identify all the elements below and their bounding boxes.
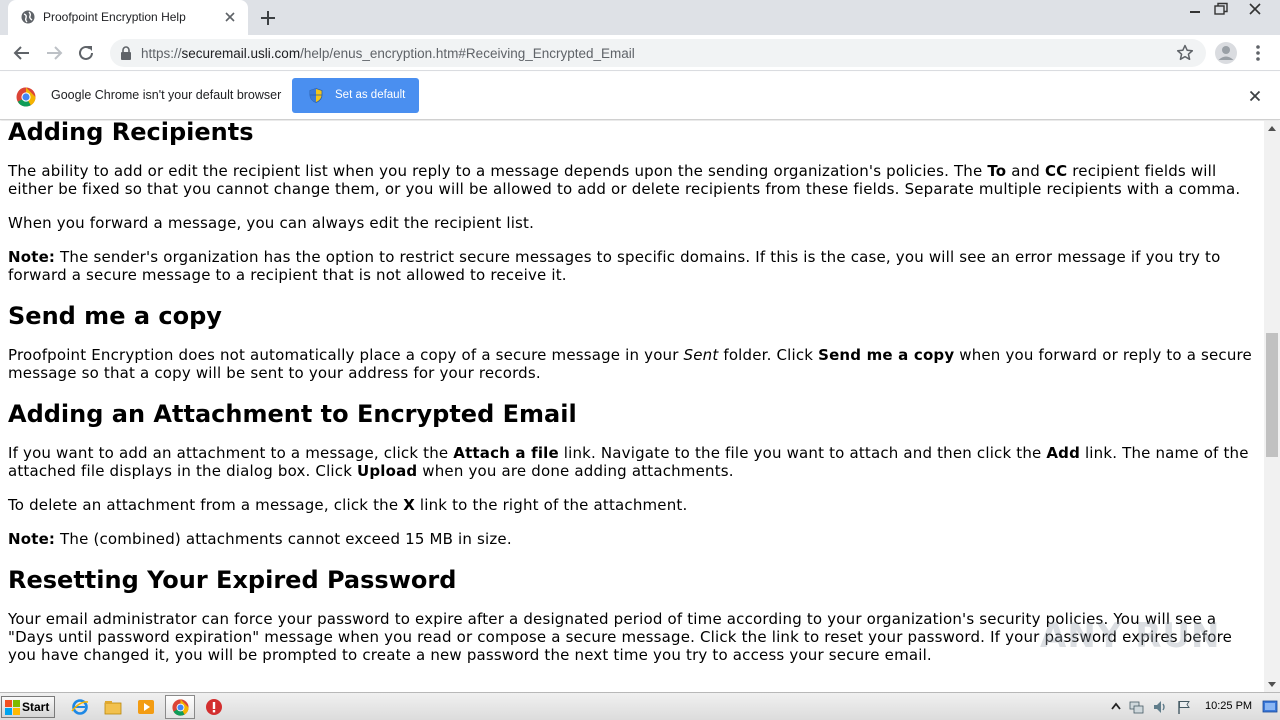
file-explorer-icon[interactable] [104, 698, 122, 716]
text-run: Proofpoint Encryption does not automatic… [8, 346, 684, 364]
vertical-scrollbar[interactable] [1264, 121, 1280, 692]
bold-send-me-a-copy: Send me a copy [818, 346, 955, 364]
minimize-button[interactable] [1184, 0, 1206, 20]
url-scheme: https:// [141, 46, 182, 61]
volume-icon[interactable] [1152, 699, 1168, 715]
close-infobar-icon[interactable] [1248, 89, 1262, 103]
media-player-icon[interactable] [137, 698, 155, 716]
paragraph-delete-attachment: To delete an attachment from a message, … [8, 496, 1258, 514]
windows-taskbar: Start 10:25 PM [0, 692, 1280, 720]
italic-sent: Sent [683, 346, 719, 364]
infobar-message: Google Chrome isn't your default browser [51, 88, 282, 102]
taskbar-clock[interactable]: 10:25 PM [1205, 700, 1252, 712]
lock-icon [121, 46, 131, 60]
note-label: Note: [8, 530, 56, 548]
reload-icon[interactable] [74, 41, 98, 65]
scroll-down-arrow-icon[interactable] [1268, 682, 1276, 688]
url-path: /help/enus_encryption.htm#Receiving_Encr… [300, 46, 635, 61]
show-desktop-icon[interactable] [1262, 697, 1278, 717]
watermark-text: ANY RUN [1040, 616, 1221, 656]
url-text: https://securemail.usli.com/help/enus_en… [141, 46, 635, 61]
globe-icon [21, 10, 35, 24]
paragraph-attachment-note: Note: The (combined) attachments cannot … [8, 530, 1258, 548]
paragraph-add-attachment: If you want to add an attachment to a me… [8, 444, 1258, 480]
bold-add: Add [1046, 444, 1081, 462]
uac-shield-icon [309, 88, 323, 103]
chrome-taskbar-icon [172, 699, 189, 716]
forward-arrow-icon[interactable] [42, 41, 66, 65]
text-run: and [1006, 162, 1045, 180]
set-as-default-button[interactable]: Set as default [292, 78, 419, 113]
close-tab-icon[interactable] [223, 10, 237, 24]
bold-cc: CC [1044, 162, 1068, 180]
text-run: To delete an attachment from a message, … [8, 496, 404, 514]
text-run: link. Navigate to the file you want to a… [558, 444, 1047, 462]
section-heading-resetting-password: Resetting Your Expired Password [8, 566, 457, 594]
profile-avatar-icon[interactable] [1214, 41, 1238, 65]
chrome-logo-icon [16, 87, 36, 107]
action-center-flag-icon[interactable] [1176, 699, 1192, 715]
windows-logo-icon [5, 700, 20, 715]
text-run: link to the right of the attachment. [414, 496, 688, 514]
tab-title: Proofpoint Encryption Help [43, 10, 186, 24]
text-run: folder. Click [718, 346, 819, 364]
bold-to: To [987, 162, 1007, 180]
text-run: when you are done adding attachments. [417, 462, 734, 480]
chrome-taskbar-button[interactable] [165, 695, 195, 719]
scrollbar-thumb[interactable] [1266, 333, 1278, 457]
tray-expand-arrow-icon[interactable] [1108, 699, 1124, 715]
network-icon[interactable] [1128, 699, 1144, 715]
section-heading-send-me-a-copy: Send me a copy [8, 302, 222, 330]
paragraph-forward-edit: When you forward a message, you can alwa… [8, 214, 535, 232]
text-run: The sender's organization has the option… [8, 248, 1221, 284]
start-button[interactable]: Start [1, 696, 55, 718]
section-heading-adding-recipients: Adding Recipients [8, 121, 254, 146]
bookmark-star-icon[interactable] [1176, 44, 1194, 62]
stop-sign-icon[interactable] [205, 698, 223, 716]
text-run: If you want to add an attachment to a me… [8, 444, 454, 462]
bold-upload: Upload [357, 462, 418, 480]
page-viewport: Adding Recipients The ability to add or … [0, 121, 1264, 692]
browser-tab[interactable]: Proofpoint Encryption Help [8, 0, 248, 35]
internet-explorer-icon[interactable] [71, 698, 89, 716]
close-window-button[interactable] [1244, 0, 1266, 20]
set-as-default-label: Set as default [335, 89, 406, 101]
paragraph-send-copy: Proofpoint Encryption does not automatic… [8, 346, 1258, 382]
text-run: The ability to add or edit the recipient… [8, 162, 988, 180]
bold-attach-a-file: Attach a file [453, 444, 559, 462]
url-host: securemail.usli.com [181, 46, 301, 61]
kebab-menu-icon[interactable] [1252, 43, 1264, 63]
paragraph-recipients-policy: The ability to add or edit the recipient… [8, 162, 1258, 198]
paragraph-recipients-note: Note: The sender's organization has the … [8, 248, 1258, 284]
scroll-up-arrow-icon[interactable] [1268, 125, 1276, 131]
back-arrow-icon[interactable] [10, 41, 34, 65]
help-article: Adding Recipients The ability to add or … [8, 121, 1258, 664]
anyrun-watermark: ANY RUN [1040, 610, 1240, 660]
default-browser-infobar: Google Chrome isn't your default browser… [0, 72, 1280, 120]
bold-x: X [403, 496, 415, 514]
note-label: Note: [8, 248, 56, 266]
new-tab-icon[interactable] [258, 8, 278, 28]
browser-toolbar: https://securemail.usli.com/help/enus_en… [0, 35, 1280, 71]
text-run: The (combined) attachments cannot exceed… [55, 530, 512, 548]
restore-button[interactable] [1210, 0, 1232, 20]
start-label: Start [22, 700, 50, 714]
tab-strip: Proofpoint Encryption Help [0, 0, 1280, 35]
address-bar[interactable]: https://securemail.usli.com/help/enus_en… [110, 39, 1206, 67]
section-heading-adding-attachment: Adding an Attachment to Encrypted Email [8, 400, 577, 428]
